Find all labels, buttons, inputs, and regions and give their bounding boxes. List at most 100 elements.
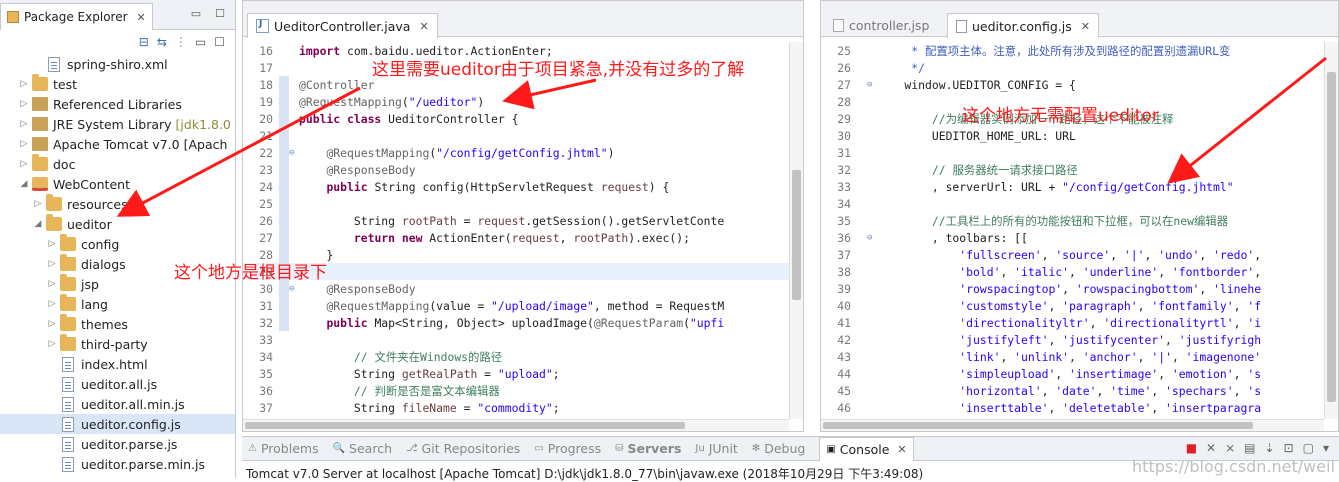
- code-line[interactable]: 19 @RequestMapping("/ueditor"): [243, 93, 803, 110]
- close-icon[interactable]: ✕: [137, 11, 146, 24]
- code-line[interactable]: 39 'rowspacingtop', 'rowspacingbottom', …: [821, 280, 1338, 297]
- fold-icon[interactable]: ⊖: [867, 233, 877, 243]
- collapse-all-icon[interactable]: ⊟: [139, 35, 149, 49]
- code-line[interactable]: 22 ⊖ @RequestMapping("/config/getConfig.j…: [243, 144, 803, 161]
- tree-item[interactable]: ▷ third-party: [0, 334, 235, 354]
- code-line[interactable]: 32 // 服务器统一请求接口路径: [821, 161, 1338, 178]
- fold-icon[interactable]: ⊖: [867, 80, 877, 90]
- tree-item[interactable]: index.html: [0, 354, 235, 374]
- tree-item[interactable]: ueditor.parse.js: [0, 434, 235, 454]
- code-line[interactable]: 35 //工具栏上的所有的功能按钮和下拉框，可以在new编辑器: [821, 212, 1338, 229]
- code-line[interactable]: 44 'simpleupload', 'insertimage', 'emoti…: [821, 365, 1338, 382]
- expand-closed-icon[interactable]: ▷: [46, 339, 58, 349]
- clear-console-icon[interactable]: ▤: [1244, 441, 1255, 455]
- tab-junit[interactable]: Ju JUnit: [695, 441, 737, 456]
- expand-closed-icon[interactable]: ▷: [18, 139, 30, 149]
- tab-progress[interactable]: ▭ Progress: [534, 441, 601, 456]
- code-line[interactable]: 25: [243, 195, 803, 212]
- scroll-thumb[interactable]: [245, 422, 685, 429]
- code-line[interactable]: 27 ⊖ window.UEDITOR_CONFIG = {: [821, 76, 1338, 93]
- code-line[interactable]: 41 'directionalityltr', 'directionalityr…: [821, 314, 1338, 331]
- tab-console[interactable]: ▣ Console ✕: [819, 436, 914, 461]
- link-with-editor-icon[interactable]: ⇆: [157, 35, 167, 49]
- code-line[interactable]: 31: [821, 144, 1338, 161]
- close-icon[interactable]: ✕: [419, 20, 428, 33]
- code-line[interactable]: 26 */: [821, 59, 1338, 76]
- code-line[interactable]: 31 @RequestMapping(value = "/upload/imag…: [243, 297, 803, 314]
- close-icon[interactable]: ✕: [1081, 20, 1090, 33]
- code-area[interactable]: 16 import com.baidu.ueditor.ActionEnter; 1…: [243, 42, 803, 419]
- maximize-icon[interactable]: ☐: [214, 35, 225, 49]
- tree-item[interactable]: ueditor.config.js: [0, 414, 235, 434]
- code-line[interactable]: 42 'justifyleft', 'justifycenter', 'just…: [821, 331, 1338, 348]
- code-line[interactable]: 43 'link', 'unlink', 'anchor', '|', 'ima…: [821, 348, 1338, 365]
- code-line[interactable]: 33 , serverUrl: URL + "/config/getConfig…: [821, 178, 1338, 195]
- code-line[interactable]: 40 'customstyle', 'paragraph', 'fontfami…: [821, 297, 1338, 314]
- expand-open-icon[interactable]: ◢: [32, 219, 44, 229]
- tree-item[interactable]: ◢ ueditor: [0, 214, 235, 234]
- tab-ueditor-controller[interactable]: UeditorController.java ✕: [247, 13, 438, 38]
- code-area[interactable]: 25 * 配置项主体。注意，此处所有涉及到路径的配置别遗漏URL变 26 */27…: [821, 42, 1338, 419]
- code-line[interactable]: 25 * 配置项主体。注意，此处所有涉及到路径的配置别遗漏URL变: [821, 42, 1338, 59]
- tree-item[interactable]: spring-shiro.xml: [0, 54, 235, 74]
- remove-launch-icon[interactable]: ✕: [1206, 441, 1216, 455]
- tree-item[interactable]: ▷ test: [0, 74, 235, 94]
- expand-closed-icon[interactable]: ▷: [18, 159, 30, 169]
- tab-search[interactable]: 🔍 Search: [333, 441, 392, 456]
- code-line[interactable]: 26 String rootPath = request.getSession(…: [243, 212, 803, 229]
- expand-closed-icon[interactable]: ▷: [32, 199, 44, 209]
- tree-item[interactable]: ◢ WebContent: [0, 174, 235, 194]
- tree-item[interactable]: ▷ JRE System Library [jdk1.8.0: [0, 114, 235, 134]
- code-line[interactable]: 32 public Map<String, Object> uploadImag…: [243, 314, 803, 331]
- tree-item[interactable]: ▷ lang: [0, 294, 235, 314]
- tab-problems[interactable]: ⚠ Problems: [248, 441, 319, 456]
- terminate-icon[interactable]: ■: [1186, 441, 1197, 455]
- code-line[interactable]: 37 String fileName = "commodity";: [243, 399, 803, 416]
- tab-ueditor-config[interactable]: ueditor.config.js ✕: [947, 13, 1099, 38]
- expand-closed-icon[interactable]: ▷: [46, 299, 58, 309]
- code-line[interactable]: 27 return new ActionEnter(request, rootP…: [243, 229, 803, 246]
- expand-open-icon[interactable]: ◢: [18, 179, 30, 189]
- code-line[interactable]: 37 'fullscreen', 'source', '|', 'undo', …: [821, 246, 1338, 263]
- code-line[interactable]: 46 'inserttable', 'deletetable', 'insert…: [821, 399, 1338, 416]
- display-console-icon[interactable]: ▢: [1303, 441, 1314, 455]
- minimize-icon[interactable]: ▭: [191, 7, 201, 20]
- code-line[interactable]: 30 ⊖ @ResponseBody: [243, 280, 803, 297]
- fold-icon[interactable]: ⊖: [289, 148, 299, 158]
- view-menu-icon[interactable]: ⋮: [175, 35, 187, 49]
- tree-item[interactable]: ▷ config: [0, 234, 235, 254]
- code-line[interactable]: 20 public class UeditorController {: [243, 110, 803, 127]
- maximize-icon[interactable]: ☐: [215, 7, 225, 20]
- code-line[interactable]: 33: [243, 331, 803, 348]
- code-line[interactable]: 45 'horizontal', 'date', 'time', 'specha…: [821, 382, 1338, 399]
- horizontal-scrollbar[interactable]: [821, 419, 1324, 431]
- tree-item[interactable]: ▷ resources: [0, 194, 235, 214]
- code-line[interactable]: 34: [821, 195, 1338, 212]
- expand-closed-icon[interactable]: ▷: [46, 279, 58, 289]
- vertical-scrollbar[interactable]: [1324, 42, 1338, 419]
- code-line[interactable]: 30 UEDITOR_HOME_URL: URL: [821, 127, 1338, 144]
- tree-item[interactable]: ▷ Referenced Libraries: [0, 94, 235, 114]
- tree-item[interactable]: ueditor.all.js: [0, 374, 235, 394]
- tree-item[interactable]: ▷ Apache Tomcat v7.0 [Apach: [0, 134, 235, 154]
- code-line[interactable]: 36 ⊖ , toolbars: [[: [821, 229, 1338, 246]
- expand-closed-icon[interactable]: ▷: [18, 99, 30, 109]
- package-explorer-tab[interactable]: Package Explorer ✕: [0, 3, 153, 30]
- minimize-icon[interactable]: ▭: [195, 35, 206, 49]
- fold-icon[interactable]: ⊖: [289, 284, 299, 294]
- expand-closed-icon[interactable]: ▷: [46, 259, 58, 269]
- scroll-lock-icon[interactable]: ⇣: [1265, 441, 1275, 455]
- tree-item[interactable]: ueditor.all.min.js: [0, 394, 235, 414]
- scroll-thumb[interactable]: [792, 170, 801, 300]
- code-line[interactable]: 28 }: [243, 246, 803, 263]
- code-line[interactable]: 35 String getRealPath = "upload";: [243, 365, 803, 382]
- expand-closed-icon[interactable]: ▷: [18, 79, 30, 89]
- code-line[interactable]: 21: [243, 127, 803, 144]
- tab-git-repositories[interactable]: ⎇ Git Repositories: [406, 441, 520, 456]
- expand-closed-icon[interactable]: ▷: [46, 239, 58, 249]
- close-icon[interactable]: ✕: [897, 443, 906, 456]
- code-line[interactable]: 29: [243, 263, 803, 280]
- horizontal-scrollbar[interactable]: [243, 419, 789, 431]
- tab-controller-jsp[interactable]: controller.jsp: [825, 13, 937, 37]
- pin-console-icon[interactable]: ⊡: [1284, 441, 1294, 455]
